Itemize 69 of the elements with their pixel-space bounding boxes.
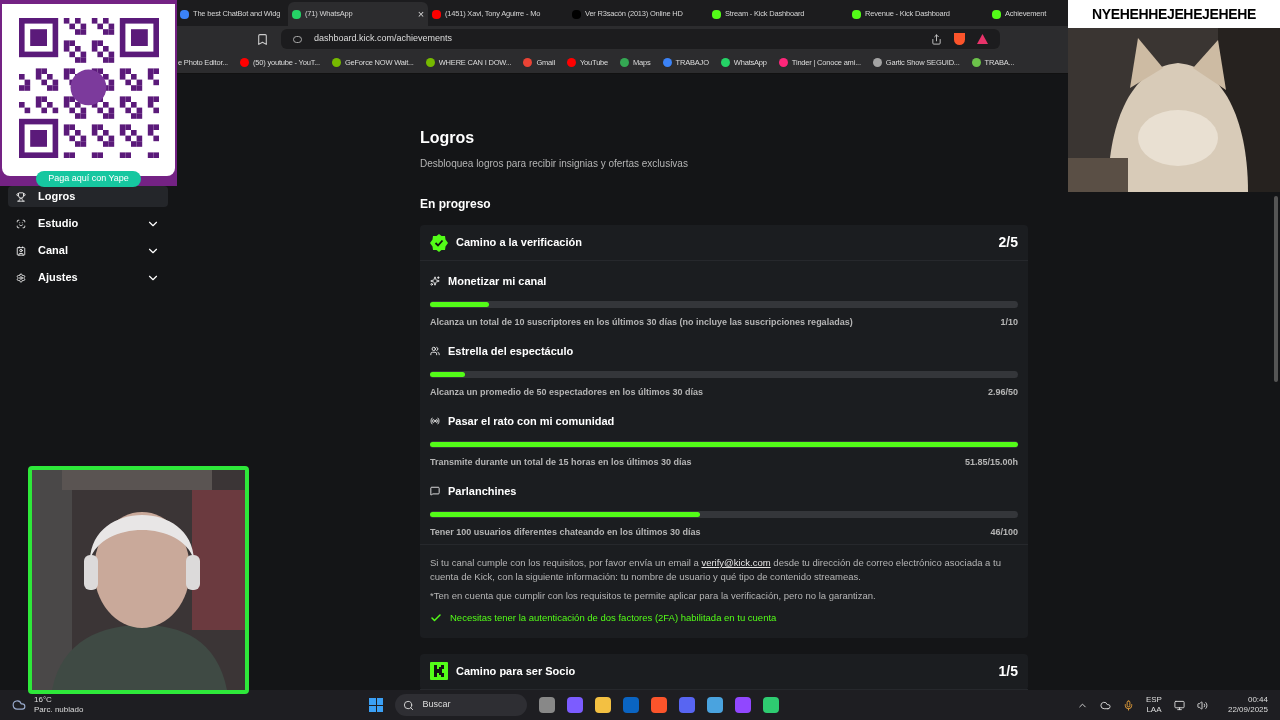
weather-text: Parc. nublado [34, 705, 84, 715]
task-description: Alcanza un promedio de 50 espectadores en los últimos 30 días [430, 385, 704, 399]
task-title: Pasar el rato con mi comunidad [448, 414, 615, 429]
card-title: Camino a la verificación [456, 235, 583, 251]
weather-icon [12, 698, 26, 712]
sidebar-item[interactable]: Logros [8, 186, 168, 207]
keyboard-layout-text[interactable]: LAA [1146, 705, 1162, 715]
instructions-text: Si tu canal cumple con los requisitos, por favor envía un email a verify@kick.com desde tu dirección de correo electrónico asociada a tu cuenta de Kick, con la siguiente información: tu nombre de usuario y qué tipo de contenido streameas. [430, 556, 1002, 584]
search-icon [403, 699, 415, 711]
cloud-icon[interactable] [1099, 699, 1111, 711]
verified-badge-icon [430, 233, 448, 252]
sidebar-item[interactable]: Canal [8, 240, 168, 261]
logo-icon [430, 662, 448, 680]
task-description: Alcanza un total de 10 suscriptores en los últimos 30 días (no incluye las suscripciones regaladas) [430, 315, 853, 329]
taskbar-app-icon[interactable] [539, 697, 556, 713]
sidebar-item-icon [16, 245, 26, 256]
sidebar-item[interactable]: Estudio [8, 213, 168, 234]
card-count: 2/5 [998, 233, 1018, 252]
page-subtitle: Desbloquea logros para recibir insignias y ofertas exclusivas [420, 157, 689, 171]
page-title: Logros [420, 128, 476, 148]
sidebar-item-label: Estudio [38, 216, 80, 232]
task-title: Monetizar mi canal [448, 274, 547, 289]
sidebar-item-icon [16, 191, 26, 202]
card-title: Camino para ser Socio [456, 663, 577, 679]
volume-icon[interactable] [1196, 699, 1208, 711]
email-link[interactable]: verify@kick.com [701, 557, 771, 568]
task-icon [430, 416, 440, 427]
search-placeholder: Buscar [422, 698, 451, 712]
task-progress: 2.96/50 [987, 385, 1018, 399]
requirement-text: Necesitas tener la autenticación de dos factores (2FA) habilitada en tu cuenta [450, 611, 777, 626]
address-bar[interactable]: dashboard.kick.com/achievements [281, 29, 1000, 49]
task-progress: 51.85/15.00h [964, 455, 1018, 469]
taskbar-app-icon[interactable] [763, 697, 780, 713]
task-icon [430, 486, 440, 497]
taskbar-app-icon[interactable] [595, 697, 612, 713]
sidebar-item-icon [16, 272, 26, 283]
triangle-icon[interactable] [977, 34, 988, 44]
task-progress: 1/10 [1000, 315, 1018, 329]
sidebar-item-label: Ajustes [38, 270, 79, 286]
task-description: Tener 100 usuarios diferentes chateando en los últimos 30 días [430, 525, 701, 539]
section-heading: En progreso [420, 196, 492, 213]
disclaimer-text: *Ten en cuenta que cumplir con los requisitos te permite aplicar para la verificación, pero no la garantizan. [430, 589, 877, 603]
task-icon [430, 276, 440, 287]
temperature-text: 16°C [34, 695, 53, 705]
sidebar-item[interactable]: Ajustes [8, 267, 168, 288]
task-progress: 46/100 [990, 525, 1018, 539]
meme-caption: NYEHEHHEJEHEJEHEHE [1068, 0, 1280, 28]
microphone-icon[interactable] [1122, 699, 1134, 711]
start-button[interactable] [369, 698, 384, 712]
task-title: Estrella del espectáculo [448, 344, 574, 359]
share-icon[interactable] [931, 33, 942, 45]
clock-time[interactable]: 00:44 [1247, 695, 1268, 705]
language-text[interactable]: ESP [1145, 695, 1162, 705]
brave-shield-icon[interactable] [954, 33, 965, 45]
card-count: 1/5 [998, 661, 1018, 681]
close-tab-button[interactable]: × [417, 5, 424, 23]
task-description: Transmite durante un total de 15 horas en los últimos 30 días [430, 455, 692, 469]
url-text: dashboard.kick.com/achievements [314, 32, 454, 46]
taskbar-app-icon[interactable] [707, 697, 724, 713]
task-icon [430, 346, 440, 357]
taskbar-app-icon[interactable] [651, 697, 668, 713]
sidebar-item-label: Canal [38, 243, 69, 259]
clock-date[interactable]: 22/09/2025 [1227, 705, 1268, 715]
network-icon[interactable] [1173, 699, 1185, 711]
sidebar-item-icon [16, 218, 26, 229]
taskbar-search-field[interactable]: Buscar [395, 694, 528, 716]
sidebar-item-label: Logros [38, 189, 77, 205]
bookmark-icon[interactable] [256, 32, 269, 46]
task-title: Parlanchines [448, 484, 517, 499]
